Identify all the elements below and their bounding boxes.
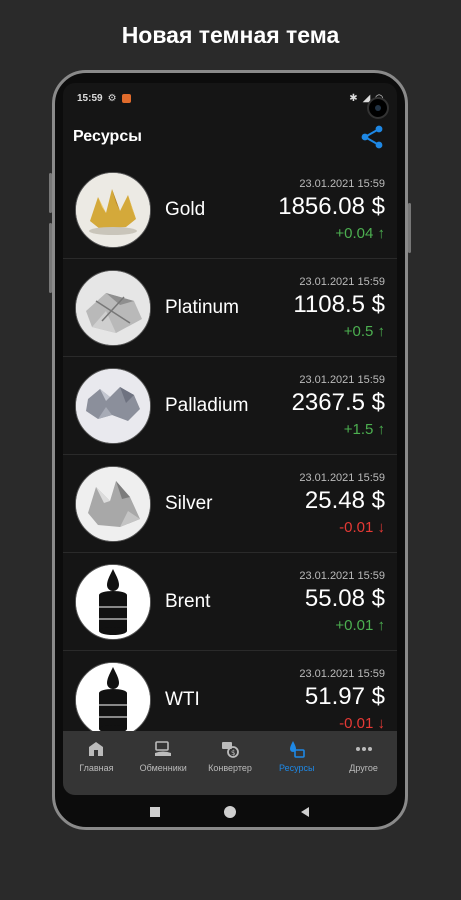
resource-date: 23.01.2021 15:59: [299, 177, 385, 190]
gold-avatar: [75, 171, 151, 248]
nav-exchangers[interactable]: Обменники: [130, 731, 197, 795]
resource-name: Silver: [165, 492, 213, 514]
resource-change: +0.01 ↑: [335, 616, 385, 634]
resource-price: 51.97 $: [304, 682, 385, 710]
nav-resources[interactable]: Ресурсы: [263, 731, 330, 795]
bottom-navigation: Главная Обменники $ Конвертер Ресурсы Др…: [63, 731, 397, 795]
page-title: Ресурсы: [73, 128, 142, 145]
platinum-avatar: [75, 269, 151, 346]
resource-price: 2367.5 $: [291, 388, 385, 416]
status-bar: 15:59 ⚙ ✱ ◢ ◠: [63, 83, 397, 113]
nav-label: Обменники: [139, 763, 187, 773]
home-button-icon[interactable]: [222, 804, 238, 820]
nav-label: Ресурсы: [279, 763, 315, 773]
list-item[interactable]: WTI 23.01.2021 15:59 51.97 $ -0.01 ↓: [63, 651, 397, 731]
nav-label: Конвертер: [208, 763, 252, 773]
nav-converter[interactable]: $ Конвертер: [197, 731, 264, 795]
resource-name: Platinum: [165, 296, 239, 318]
converter-icon: $: [221, 742, 239, 758]
resource-price: 25.48 $: [304, 486, 385, 514]
settings-status-icon: ⚙: [107, 92, 117, 104]
resources-icon: [289, 741, 305, 758]
resource-price: 1108.5 $: [293, 290, 385, 318]
recents-icon[interactable]: [148, 805, 162, 819]
nav-home[interactable]: Главная: [63, 731, 130, 795]
exchange-icon: [155, 741, 172, 756]
resource-price: 1856.08 $: [278, 192, 385, 220]
status-time: 15:59: [77, 92, 103, 104]
resource-date: 23.01.2021 15:59: [299, 569, 385, 582]
list-item[interactable]: Palladium 23.01.2021 15:59 2367.5 $ +1.5…: [63, 357, 397, 455]
bluetooth-icon: ✱: [349, 92, 358, 104]
resource-name: Palladium: [165, 394, 249, 416]
resource-list: Gold 23.01.2021 15:59 1856.08 $ +0.04 ↑: [63, 161, 397, 731]
volume-button: [49, 173, 52, 213]
list-item[interactable]: Platinum 23.01.2021 15:59 1108.5 $ +0.5 …: [63, 259, 397, 357]
resource-date: 23.01.2021 15:59: [299, 667, 385, 680]
list-item[interactable]: Gold 23.01.2021 15:59 1856.08 $ +0.04 ↑: [63, 161, 397, 259]
resource-change: +0.5 ↑: [343, 322, 385, 340]
phone-frame: 15:59 ⚙ ✱ ◢ ◠ Ресурсы: [49, 70, 411, 830]
app-screen: 15:59 ⚙ ✱ ◢ ◠ Ресурсы: [63, 83, 397, 795]
share-icon[interactable]: [359, 124, 385, 150]
front-camera: [367, 97, 389, 119]
promo-title: Новая темная тема: [121, 22, 340, 48]
more-icon: [355, 747, 372, 751]
palladium-avatar: [75, 367, 151, 444]
app-header: Ресурсы: [63, 119, 397, 155]
resource-price: 55.08 $: [304, 584, 385, 612]
resource-name: Brent: [165, 590, 211, 612]
nav-label: Главная: [79, 763, 114, 773]
wti-oil-avatar: [75, 661, 151, 731]
resource-change: -0.01 ↓: [339, 518, 385, 536]
volume-button-lower: [49, 223, 52, 293]
resource-date: 23.01.2021 15:59: [299, 275, 385, 288]
resource-name: Gold: [165, 198, 206, 220]
power-button: [408, 203, 411, 253]
back-icon[interactable]: [298, 805, 312, 819]
silver-avatar: [75, 465, 151, 542]
resource-change: +1.5 ↑: [343, 420, 385, 438]
resource-change: -0.01 ↓: [339, 714, 385, 732]
notification-icon: [121, 93, 131, 103]
resource-date: 23.01.2021 15:59: [299, 471, 385, 484]
nav-more[interactable]: Другое: [330, 731, 397, 795]
resource-date: 23.01.2021 15:59: [299, 373, 385, 386]
brent-oil-avatar: [75, 563, 151, 640]
home-icon: [89, 742, 104, 756]
resource-name: WTI: [165, 688, 200, 710]
list-item[interactable]: Brent 23.01.2021 15:59 55.08 $ +0.01 ↑: [63, 553, 397, 651]
svg-text:$: $: [231, 749, 235, 757]
system-navigation: [63, 795, 397, 829]
nav-label: Другое: [349, 763, 378, 773]
resource-change: +0.04 ↑: [335, 224, 385, 242]
list-item[interactable]: Silver 23.01.2021 15:59 25.48 $ -0.01 ↓: [63, 455, 397, 553]
